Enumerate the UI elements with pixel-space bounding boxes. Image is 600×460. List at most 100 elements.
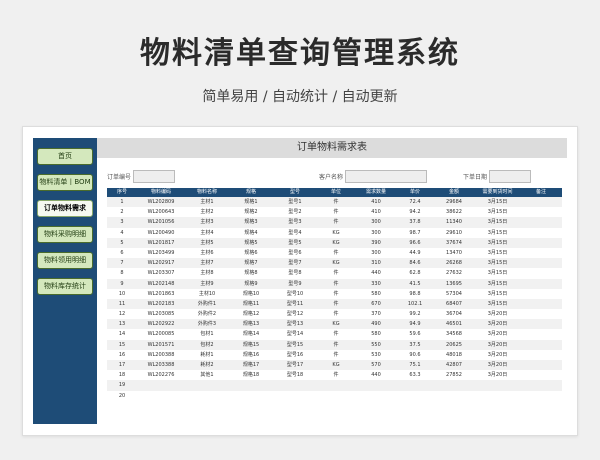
table-cell[interactable]: 型号15 <box>273 340 317 350</box>
table-cell[interactable]: 410 <box>355 197 397 207</box>
table-cell[interactable]: 件 <box>317 309 355 319</box>
table-cell[interactable]: KG <box>317 360 355 370</box>
table-cell[interactable]: 型号5 <box>273 238 317 248</box>
table-cell[interactable]: 6 <box>107 248 137 258</box>
column-header[interactable]: 物料编码 <box>137 188 185 197</box>
table-cell[interactable]: 99.2 <box>397 309 433 319</box>
table-cell[interactable]: 7 <box>107 258 137 268</box>
table-cell[interactable]: 3月20日 <box>475 340 520 350</box>
table-cell[interactable]: WL203388 <box>137 360 185 370</box>
table-cell[interactable]: 8 <box>107 268 137 278</box>
table-cell[interactable]: WL201863 <box>137 289 185 299</box>
sidebar-item-purchase-details[interactable]: 物料采购明细 <box>37 226 93 243</box>
table-cell[interactable]: 规格13 <box>229 319 273 329</box>
sidebar-item-home[interactable]: 首页 <box>37 148 93 165</box>
table-cell[interactable] <box>520 197 562 207</box>
table-cell[interactable]: 10 <box>107 289 137 299</box>
table-cell[interactable] <box>520 340 562 350</box>
table-cell[interactable]: 型号3 <box>273 217 317 227</box>
column-header[interactable]: 型号 <box>273 188 317 197</box>
table-cell[interactable]: WL202148 <box>137 279 185 289</box>
table-cell[interactable]: 27632 <box>433 268 475 278</box>
table-row[interactable]: 4 WL200490 主材4 规格4 型号4 KG 300 98.7 29610 3月15日 <box>107 228 562 238</box>
table-cell[interactable]: 300 <box>355 228 397 238</box>
table-cell[interactable]: 29684 <box>433 197 475 207</box>
table-cell[interactable]: KG <box>317 228 355 238</box>
table-cell[interactable] <box>229 380 273 390</box>
table-cell[interactable]: 14 <box>107 329 137 339</box>
table-cell[interactable]: WL203085 <box>137 309 185 319</box>
order-number-input[interactable] <box>133 170 175 183</box>
table-cell[interactable]: 102.1 <box>397 299 433 309</box>
table-cell[interactable]: WL200490 <box>137 228 185 238</box>
column-header[interactable]: 单位 <box>317 188 355 197</box>
table-cell[interactable]: 规格10 <box>229 289 273 299</box>
table-cell[interactable]: 62.8 <box>397 268 433 278</box>
table-cell[interactable]: 规格4 <box>229 228 273 238</box>
table-cell[interactable] <box>355 391 397 401</box>
table-cell[interactable]: 型号13 <box>273 319 317 329</box>
table-cell[interactable]: 型号17 <box>273 360 317 370</box>
table-cell[interactable]: 3月20日 <box>475 360 520 370</box>
table-cell[interactable]: 37.8 <box>397 217 433 227</box>
column-header[interactable]: 需要到货时间 <box>475 188 520 197</box>
table-cell[interactable]: 3月15日 <box>475 217 520 227</box>
column-header[interactable]: 序号 <box>107 188 137 197</box>
table-cell[interactable]: 规格1 <box>229 197 273 207</box>
table-cell[interactable]: WL203499 <box>137 248 185 258</box>
table-cell[interactable]: 型号16 <box>273 350 317 360</box>
table-cell[interactable]: 13470 <box>433 248 475 258</box>
table-cell[interactable]: 490 <box>355 319 397 329</box>
table-cell[interactable]: 规格16 <box>229 350 273 360</box>
table-cell[interactable]: 件 <box>317 197 355 207</box>
table-cell[interactable]: WL202276 <box>137 370 185 380</box>
table-row[interactable]: 20 <box>107 391 562 401</box>
table-cell[interactable] <box>475 391 520 401</box>
table-cell[interactable]: 型号18 <box>273 370 317 380</box>
column-header[interactable]: 物料名称 <box>185 188 229 197</box>
table-cell[interactable]: 13 <box>107 319 137 329</box>
table-cell[interactable]: 41.5 <box>397 279 433 289</box>
table-row[interactable]: 13 WL202922 外购件3 规格13 型号13 KG 490 94.9 46501 3月20… <box>107 319 562 330</box>
table-cell[interactable] <box>355 380 397 390</box>
table-cell[interactable]: 96.6 <box>397 238 433 248</box>
table-cell[interactable]: 规格7 <box>229 258 273 268</box>
table-cell[interactable] <box>520 391 562 401</box>
table-cell[interactable]: 48018 <box>433 350 475 360</box>
table-cell[interactable]: 规格8 <box>229 268 273 278</box>
column-header[interactable]: 需求数量 <box>355 188 397 197</box>
table-row[interactable]: 3 WL201056 主材3 规格3 型号3 件 300 37.8 11340 3月15日 <box>107 217 562 228</box>
table-cell[interactable]: 型号11 <box>273 299 317 309</box>
table-cell[interactable] <box>520 350 562 360</box>
table-cell[interactable]: 主材6 <box>185 248 229 258</box>
table-cell[interactable]: 75.1 <box>397 360 433 370</box>
table-cell[interactable]: 44.9 <box>397 248 433 258</box>
table-cell[interactable]: 26268 <box>433 258 475 268</box>
table-cell[interactable]: 型号10 <box>273 289 317 299</box>
table-cell[interactable] <box>520 299 562 309</box>
table-cell[interactable]: 规格2 <box>229 207 273 217</box>
table-cell[interactable] <box>397 380 433 390</box>
table-cell[interactable] <box>520 309 562 319</box>
table-cell[interactable]: 11340 <box>433 217 475 227</box>
table-cell[interactable]: 件 <box>317 289 355 299</box>
table-cell[interactable]: 主材10 <box>185 289 229 299</box>
table-cell[interactable] <box>520 279 562 289</box>
table-cell[interactable]: 46501 <box>433 319 475 329</box>
table-cell[interactable]: 件 <box>317 217 355 227</box>
table-cell[interactable]: 件 <box>317 248 355 258</box>
table-cell[interactable]: 规格15 <box>229 340 273 350</box>
sidebar-item-bom[interactable]: 物料清单丨BOM <box>37 174 93 191</box>
table-cell[interactable] <box>273 391 317 401</box>
table-cell[interactable]: 主材3 <box>185 217 229 227</box>
table-cell[interactable] <box>520 268 562 278</box>
table-row[interactable]: 19 <box>107 380 562 391</box>
table-cell[interactable]: 耗材1 <box>185 350 229 360</box>
table-cell[interactable]: 包材1 <box>185 329 229 339</box>
table-cell[interactable]: WL200388 <box>137 350 185 360</box>
table-cell[interactable]: 3月15日 <box>475 299 520 309</box>
table-cell[interactable] <box>317 380 355 390</box>
table-cell[interactable]: 410 <box>355 207 397 217</box>
table-cell[interactable] <box>137 391 185 401</box>
table-cell[interactable]: 外购件2 <box>185 309 229 319</box>
